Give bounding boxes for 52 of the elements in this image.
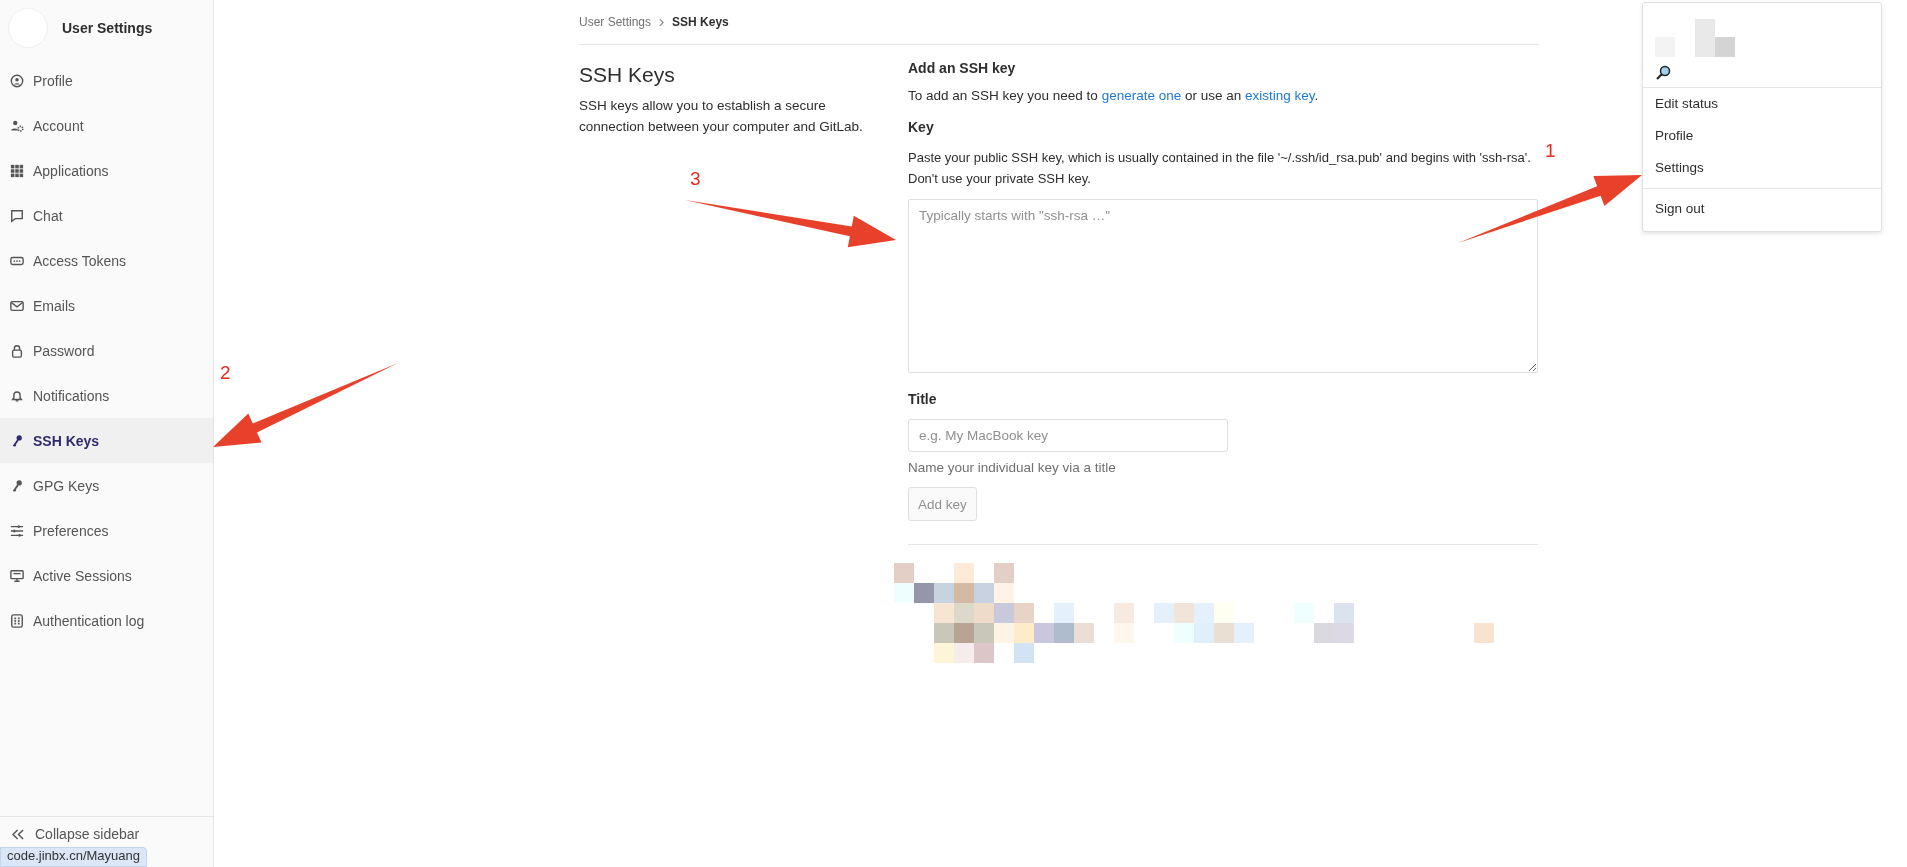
sidebar-item[interactable]: SSH Keys	[0, 418, 213, 463]
magnifier-icon	[1655, 65, 1671, 81]
double-chevron-icon	[12, 828, 25, 840]
menu-item[interactable]: Profile	[1643, 120, 1881, 152]
field-label: Key	[908, 119, 935, 135]
sidebar-item[interactable]: Access Tokens	[0, 238, 213, 283]
sliders-icon	[10, 523, 24, 538]
text-link[interactable]: existing key	[1245, 88, 1315, 103]
bell-icon	[10, 388, 24, 403]
menu-item[interactable]: Settings	[1643, 152, 1881, 184]
sidebar-item[interactable]: Chat	[0, 193, 213, 238]
user-circle-icon	[10, 73, 24, 88]
menu-item[interactable]: Sign out	[1643, 188, 1881, 225]
sidebar-item[interactable]: Active Sessions	[0, 553, 213, 598]
chat-icon	[10, 208, 24, 223]
annotation-number: 1	[1545, 140, 1556, 162]
sidebar-item[interactable]: Preferences	[0, 508, 213, 553]
sidebar-item[interactable]: Notifications	[0, 373, 213, 418]
sidebar-item[interactable]: Emails	[0, 283, 213, 328]
menu-item[interactable]: Edit status	[1643, 88, 1881, 120]
section-heading: Add an SSH key	[908, 60, 1017, 76]
title-input[interactable]: e.g. My MacBook key	[908, 419, 1228, 452]
annotation-number: 2	[220, 362, 231, 384]
field-hint: Name your individual key via a title	[908, 460, 1117, 475]
chevron-icon	[659, 17, 665, 27]
page-description: SSH keys allow you to establish a secure connection between your computer and GitLab.	[579, 97, 864, 136]
instructions-text: To add an SSH key you need to generate one or use an existing key.	[908, 88, 1320, 103]
sidebar-item[interactable]: Profile	[0, 58, 213, 103]
annotation-number: 3	[690, 168, 701, 190]
breadcrumb-link[interactable]: User Settings	[579, 15, 652, 29]
text-link[interactable]: generate one	[1101, 88, 1182, 103]
breadcrumb-link[interactable]: SSH Keys	[672, 15, 729, 29]
envelope-icon	[10, 298, 24, 313]
log-icon	[10, 613, 24, 628]
sidebar-item[interactable]: Password	[0, 328, 213, 373]
sidebar-item[interactable]: GPG Keys	[0, 463, 213, 508]
key-help-text: Paste your public SSH key, which is usually contained in the file '~/.ssh/id_rsa.pub' and begins with 'ssh-rsa'. Don't use your private SSH key.	[908, 149, 1532, 188]
page-title: SSH Keys	[579, 63, 676, 87]
monitor-icon	[10, 568, 24, 583]
field-label: Title	[908, 391, 938, 407]
status-url-tooltip: code.jinbx.cn/Mayuang	[0, 847, 147, 867]
sidebar-item[interactable]: Applications	[0, 148, 213, 193]
key-input[interactable]: Typically starts with "ssh-rsa …"	[908, 199, 1538, 373]
sidebar-title: User Settings	[62, 20, 153, 36]
sidebar-item[interactable]: Account	[0, 103, 213, 148]
user-gear-icon	[10, 118, 24, 133]
key-icon	[10, 433, 24, 448]
grid-icon	[10, 163, 24, 178]
key-icon	[10, 478, 24, 493]
collapse-sidebar-button[interactable]: Collapse sidebar	[0, 816, 213, 845]
sidebar-item[interactable]: Authentication log	[0, 598, 213, 643]
lock-icon	[10, 343, 24, 358]
